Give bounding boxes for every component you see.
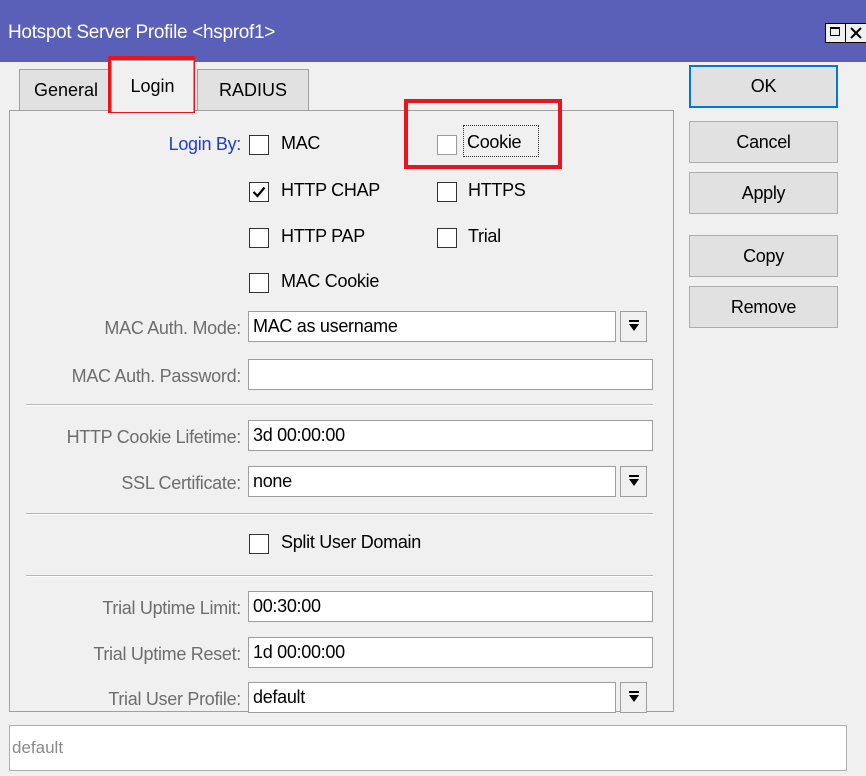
cancel-button[interactable]: Cancel: [689, 121, 838, 163]
trial-user-profile-dropdown-icon[interactable]: [620, 682, 647, 713]
separator: [26, 513, 653, 515]
ok-button[interactable]: OK: [689, 65, 838, 108]
login-by-label: Login By:: [168, 134, 242, 154]
tab-radius[interactable]: RADIUS: [197, 69, 309, 111]
checkbox-http-pap-label[interactable]: HTTP PAP: [281, 226, 365, 247]
tab-general-label: General: [33, 80, 99, 100]
tab-radius-label: RADIUS: [218, 80, 287, 100]
checkbox-http-pap[interactable]: [249, 228, 269, 248]
mac-auth-password-input[interactable]: [248, 359, 653, 390]
checkbox-trial-label[interactable]: Trial: [468, 226, 501, 247]
checkbox-mac-cookie-label[interactable]: MAC Cookie: [281, 271, 379, 292]
checkbox-mac[interactable]: [249, 135, 269, 155]
checkbox-split-user-domain-label[interactable]: Split User Domain: [281, 532, 421, 553]
trial-uptime-limit-label: Trial Uptime Limit:: [102, 598, 241, 618]
checkbox-trial[interactable]: [437, 228, 457, 248]
checkbox-http-chap-label[interactable]: HTTP CHAP: [281, 180, 380, 201]
copy-button[interactable]: Copy: [689, 235, 838, 277]
http-cookie-lifetime-input[interactable]: 3d 00:00:00: [248, 420, 653, 451]
cookie-highlight-box: [404, 99, 562, 169]
separator: [26, 404, 653, 406]
separator: [26, 575, 653, 577]
tab-login[interactable]: Login: [111, 60, 194, 112]
status-bar: default: [9, 725, 847, 771]
ssl-certificate-dropdown-icon[interactable]: [620, 466, 647, 497]
title-bar[interactable]: Hotspot Server Profile <hsprof1>: [0, 0, 866, 62]
checkbox-https-label[interactable]: HTTPS: [468, 180, 526, 201]
dialog-window: Hotspot Server Profile <hsprof1> General…: [0, 0, 866, 776]
checkbox-https[interactable]: [437, 182, 457, 202]
mac-auth-password-label: MAC Auth. Password:: [71, 366, 242, 386]
ssl-certificate-label: SSL Certificate:: [121, 473, 241, 493]
checkmark-icon: [252, 186, 266, 198]
mac-auth-mode-label: MAC Auth. Mode:: [104, 318, 241, 338]
tab-login-label: Login: [130, 76, 175, 96]
trial-uptime-reset-input[interactable]: 1d 00:00:00: [248, 637, 653, 668]
checkbox-http-chap[interactable]: [249, 182, 269, 202]
mac-auth-mode-select[interactable]: MAC as username: [248, 311, 616, 342]
checkbox-split-user-domain[interactable]: [249, 534, 269, 554]
checkbox-mac-cookie[interactable]: [249, 273, 269, 293]
trial-uptime-limit-input[interactable]: 00:30:00: [248, 591, 653, 622]
remove-button[interactable]: Remove: [689, 286, 838, 328]
trial-uptime-reset-label: Trial Uptime Reset:: [93, 644, 241, 664]
maximize-icon[interactable]: [825, 23, 847, 43]
trial-user-profile-select[interactable]: default: [248, 682, 616, 713]
window-title: Hotspot Server Profile <hsprof1>: [8, 22, 276, 43]
apply-button[interactable]: Apply: [689, 172, 838, 214]
mac-auth-mode-dropdown-icon[interactable]: [620, 311, 647, 342]
http-cookie-lifetime-label: HTTP Cookie Lifetime:: [66, 427, 242, 447]
tab-general[interactable]: General: [19, 69, 113, 111]
checkbox-mac-label[interactable]: MAC: [281, 133, 320, 154]
ssl-certificate-select[interactable]: none: [248, 466, 616, 497]
close-icon[interactable]: [845, 23, 866, 43]
trial-user-profile-label: Trial User Profile:: [108, 689, 241, 709]
